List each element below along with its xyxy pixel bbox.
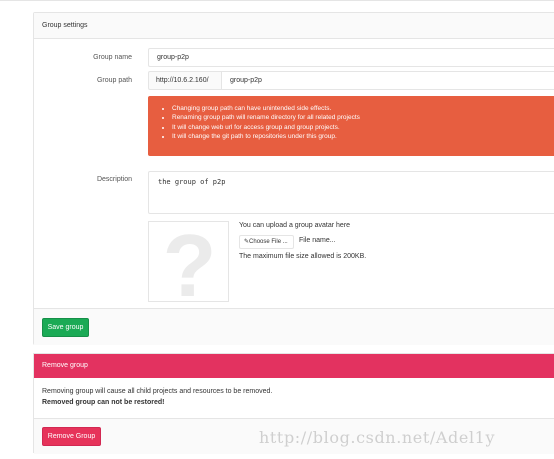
avatar-hint: You can upload a group avatar here bbox=[239, 222, 351, 229]
remove-group-warning: Removed group can not be restored! bbox=[42, 399, 165, 406]
top-divider bbox=[0, 0, 554, 1]
warning-item: Changing group path can have unintended … bbox=[172, 104, 554, 113]
group-name-input[interactable]: group-p2p bbox=[148, 48, 554, 67]
group-path-prefix: http://10.6.2.160/ bbox=[148, 71, 222, 90]
save-group-button[interactable]: Save group bbox=[42, 318, 89, 337]
remove-group-heading: Remove group bbox=[34, 354, 554, 378]
group-settings-heading: Group settings bbox=[34, 13, 554, 39]
warning-item: It will change web url for access group … bbox=[172, 123, 554, 132]
remove-group-button[interactable]: Remove Group bbox=[42, 427, 101, 446]
group-path-label: Group path bbox=[96, 77, 132, 84]
choose-file-button[interactable]: ✎Choose File ... bbox=[239, 235, 294, 249]
remove-group-message: Removing group will cause all child proj… bbox=[42, 388, 273, 395]
max-size-note: The maximum file size allowed is 200KB. bbox=[239, 253, 367, 260]
group-settings-footer: Save group bbox=[34, 308, 554, 345]
choose-file-label: Choose File ... bbox=[249, 239, 288, 245]
description-label: Description bbox=[96, 176, 132, 183]
question-mark-icon: ? bbox=[162, 221, 217, 302]
warning-item: It will change the git path to repositor… bbox=[172, 132, 554, 141]
description-textarea[interactable]: the group of p2p bbox=[148, 171, 554, 214]
watermark-text: http://blog.csdn.net/Adel1y bbox=[259, 428, 496, 447]
avatar-placeholder: ? bbox=[148, 221, 229, 302]
warning-item: Renaming group path will rename director… bbox=[172, 113, 554, 122]
group-name-label: Group name bbox=[93, 54, 132, 61]
file-name-text: File name... bbox=[299, 237, 336, 244]
group-path-input[interactable]: group-p2p bbox=[221, 71, 554, 90]
group-settings-panel: Group settings Group name group-p2p Grou… bbox=[33, 12, 554, 345]
path-change-warning: Changing group path can have unintended … bbox=[148, 96, 554, 156]
